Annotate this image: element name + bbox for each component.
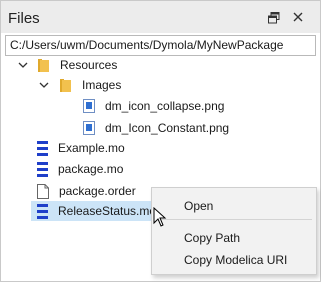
tree-item-resources[interactable]: Resources bbox=[37, 55, 117, 75]
tree-item-label: dm_icon_collapse.png bbox=[105, 99, 225, 113]
image-file-icon bbox=[83, 99, 95, 113]
tree-item-label: Example.mo bbox=[58, 141, 125, 155]
folder-icon bbox=[60, 78, 71, 92]
tree-item-label: Resources bbox=[60, 58, 118, 72]
context-menu: Open Copy Path Copy Modelica URI bbox=[151, 187, 317, 275]
tree-item-label: package.mo bbox=[58, 162, 124, 176]
panel-title: Files bbox=[8, 10, 40, 27]
chevron-down-icon[interactable] bbox=[17, 59, 29, 71]
tree-item-releasestatus-mo[interactable]: ReleaseStatus.mo bbox=[37, 201, 156, 221]
path-field[interactable]: C:/Users/uwm/Documents/Dymola/MyNewPacka… bbox=[5, 35, 316, 56]
modelica-file-icon bbox=[37, 140, 48, 156]
tree-item-label: Images bbox=[82, 78, 122, 92]
tree-item-label: dm_Icon_Constant.png bbox=[105, 121, 230, 135]
files-panel: Files C:/Users/uwm/Documents/Dymola/MyNe… bbox=[0, 0, 321, 282]
modelica-file-icon bbox=[37, 161, 48, 177]
tree-item-images[interactable]: Images bbox=[59, 75, 121, 95]
modelica-file-icon bbox=[37, 203, 48, 219]
tree-item-label: ReleaseStatus.mo bbox=[58, 204, 157, 218]
tree-item-package-order[interactable]: package.order bbox=[37, 181, 136, 201]
folder-icon bbox=[38, 58, 49, 72]
menu-item-copy-path[interactable]: Copy Path bbox=[152, 227, 316, 249]
close-icon[interactable] bbox=[291, 10, 305, 24]
tree-item-dm-icon-constant[interactable]: dm_Icon_Constant.png bbox=[83, 118, 229, 138]
tree-item-label: package.order bbox=[59, 184, 136, 198]
menu-separator bbox=[156, 219, 312, 220]
image-file-icon bbox=[83, 121, 95, 135]
tree-item-dm-icon-collapse[interactable]: dm_icon_collapse.png bbox=[83, 96, 224, 116]
tree-item-example-mo[interactable]: Example.mo bbox=[37, 138, 125, 158]
menu-item-copy-modelica-uri[interactable]: Copy Modelica URI bbox=[152, 249, 316, 271]
text-file-icon bbox=[37, 183, 49, 199]
chevron-down-icon[interactable] bbox=[38, 79, 50, 91]
tree-item-package-mo[interactable]: package.mo bbox=[37, 159, 123, 179]
menu-item-open[interactable]: Open bbox=[152, 195, 316, 217]
panel-titlebar: Files bbox=[1, 1, 320, 33]
float-window-icon[interactable] bbox=[268, 12, 280, 24]
mouse-cursor-icon bbox=[153, 207, 167, 227]
